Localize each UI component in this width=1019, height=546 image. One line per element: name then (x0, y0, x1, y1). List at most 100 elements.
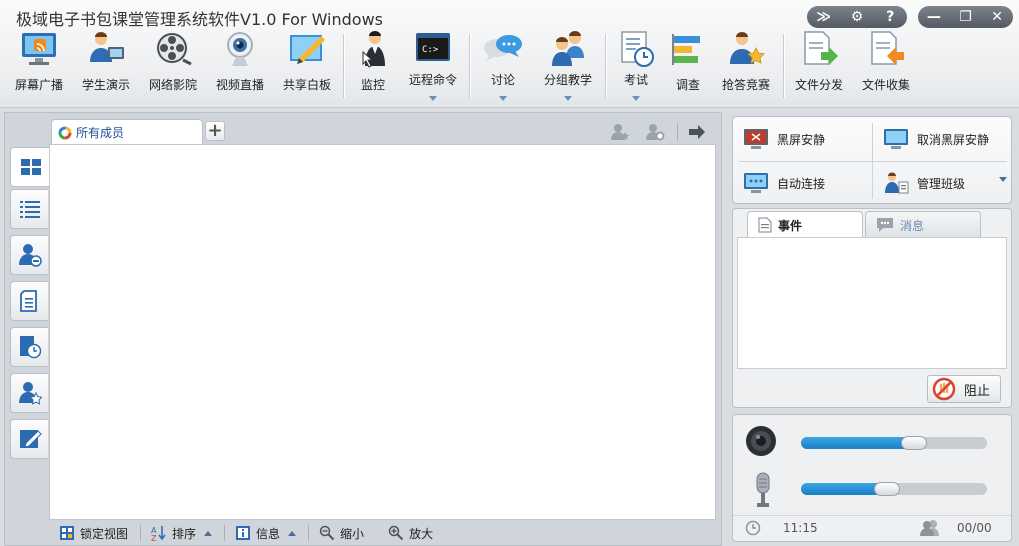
auto-connect-icon (744, 173, 768, 193)
survey-button[interactable]: 调查 (655, 30, 721, 106)
manage-class-dropdown-arrow[interactable] (999, 177, 1007, 182)
tab-all-members[interactable]: 所有成员 (51, 119, 203, 145)
zoom-in-button[interactable]: 放大 (388, 525, 433, 542)
view-document-tab[interactable] (10, 281, 48, 321)
screen-broadcast-button[interactable]: 屏幕广播 (6, 30, 72, 106)
grid-view-icon (20, 159, 41, 175)
block-button[interactable]: 阻止 (927, 375, 1001, 403)
video-live-button[interactable]: 视频直播 (207, 30, 273, 106)
view-remove-user-tab[interactable] (10, 235, 48, 275)
members-panel: 所有成员 + 锁定视图 AZ 排序 信息 缩小 放大 (4, 112, 722, 546)
remote-command-label: 远程命令 (408, 73, 457, 87)
user-settings-small-icon[interactable] (645, 123, 665, 141)
view-favorite-user-tab[interactable] (10, 373, 48, 413)
cancel-black-screen-button[interactable]: 取消黑屏安静 (875, 120, 1009, 158)
zoom-in-label: 放大 (409, 526, 434, 541)
events-list[interactable] (737, 237, 1007, 369)
file-collect-label: 文件收集 (861, 78, 910, 92)
auto-connect-button[interactable]: 自动连接 (735, 164, 869, 202)
survey-label: 调查 (675, 78, 700, 92)
toolbar-divider (677, 123, 678, 141)
survey-bars-icon (668, 30, 708, 68)
microphone-icon (751, 471, 775, 514)
lock-view-label: 锁定视图 (80, 526, 129, 541)
student-demo-label: 学生演示 (81, 78, 130, 92)
speaker-volume-knob[interactable] (901, 436, 927, 450)
black-screen-button[interactable]: 黑屏安静 (735, 120, 869, 158)
whiteboard-icon (287, 30, 327, 68)
online-users-icon (919, 519, 941, 540)
view-icons-tab[interactable] (10, 147, 50, 187)
group-teaching-button[interactable]: 分组教学 (535, 30, 601, 106)
file-send-icon (799, 30, 839, 68)
shared-whiteboard-button[interactable]: 共享白板 (274, 30, 340, 106)
video-live-label: 视频直播 (215, 78, 264, 92)
toolbar-area: 极域电子书包课堂管理系统软件V1.0 For Windows ≫ ⚙ ? — ❐… (0, 0, 1019, 108)
chat-bubbles-icon (483, 30, 523, 68)
monitor-person-icon (353, 30, 393, 68)
lock-view-icon (60, 526, 74, 540)
tab-messages[interactable]: 消息 (865, 211, 981, 238)
tab-messages-label: 消息 (900, 218, 925, 233)
group-teaching-label: 分组教学 (543, 73, 592, 87)
svg-text:C:>: C:> (422, 45, 439, 55)
control-panel: 黑屏安静 取消黑屏安静 自动连接 管理班级 事件 消息 阻止 11:15 00/… (728, 112, 1016, 546)
collapse-icon[interactable]: ≫ (812, 7, 836, 27)
black-screen-icon (744, 129, 768, 149)
discussion-dropdown-arrow[interactable] (499, 96, 507, 101)
monitor-label: 监控 (360, 78, 385, 92)
network-cinema-button[interactable]: 网络影院 (140, 30, 206, 106)
members-canvas[interactable] (49, 144, 716, 520)
remote-command-dropdown-arrow[interactable] (429, 96, 437, 101)
monitor-button[interactable]: 监控 (340, 30, 406, 106)
settings-icon[interactable]: ⚙ (845, 7, 869, 27)
sort-icon: AZ (151, 526, 166, 541)
view-edit-tab[interactable] (10, 419, 48, 459)
speaker-volume-slider[interactable] (801, 437, 987, 449)
edit-pen-icon (19, 430, 42, 448)
student-demo-icon (86, 30, 126, 68)
block-hand-icon (932, 377, 956, 401)
network-cinema-label: 网络影院 (148, 78, 197, 92)
restore-button[interactable]: ❐ (953, 7, 977, 27)
cancel-black-screen-label: 取消黑屏安静 (917, 132, 990, 147)
document-clock-icon (19, 336, 41, 359)
minimize-button[interactable]: — (922, 7, 946, 27)
group-teaching-dropdown-arrow[interactable] (564, 96, 572, 101)
exam-dropdown-arrow[interactable] (632, 96, 640, 101)
help-icon[interactable]: ? (878, 7, 902, 27)
quick-actions-divider (739, 161, 1007, 162)
info-icon (236, 526, 251, 540)
microphone-volume-knob[interactable] (874, 482, 900, 496)
tab-events[interactable]: 事件 (747, 211, 863, 238)
lock-view-button[interactable]: 锁定视图 (59, 525, 128, 542)
view-list-tab[interactable] (10, 189, 48, 229)
file-distribute-button[interactable]: 文件分发 (786, 30, 852, 106)
close-button[interactable]: ✕ (985, 7, 1009, 27)
sort-button[interactable]: AZ 排序 (151, 525, 213, 542)
view-schedule-tab[interactable] (10, 327, 48, 367)
info-button[interactable]: 信息 (235, 525, 297, 542)
add-tab-button[interactable]: + (205, 121, 225, 141)
arrow-right-icon[interactable] (687, 123, 707, 141)
screen-broadcast-label: 屏幕广播 (14, 78, 63, 92)
student-demo-button[interactable]: 学生演示 (73, 30, 139, 106)
user-remove-icon (18, 244, 42, 267)
user-star-icon (18, 382, 42, 405)
manage-class-button[interactable]: 管理班级 (875, 164, 1009, 202)
quick-answer-button[interactable]: 抢答竞赛 (713, 30, 779, 106)
file-collect-button[interactable]: 文件收集 (853, 30, 919, 106)
manage-class-icon (885, 172, 909, 194)
speaker-volume-fill (801, 437, 914, 449)
discussion-button[interactable]: 讨论 (470, 30, 536, 106)
user-star-small-icon[interactable] (610, 123, 630, 141)
broadcast-monitor-icon (19, 30, 59, 68)
film-reel-icon (153, 30, 193, 68)
remote-command-button[interactable]: C:> 远程命令 (400, 30, 466, 106)
discussion-label: 讨论 (490, 73, 515, 87)
contest-star-icon (726, 30, 766, 68)
file-collect-icon (866, 30, 906, 68)
zoom-out-button[interactable]: 缩小 (319, 525, 364, 542)
info-dropdown-arrow[interactable] (288, 530, 297, 536)
sort-dropdown-arrow[interactable] (204, 530, 213, 536)
